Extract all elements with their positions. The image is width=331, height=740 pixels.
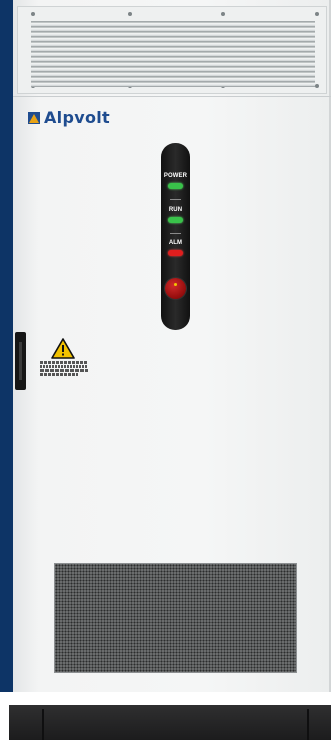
screw-icon	[221, 12, 225, 16]
plinth-slot	[42, 709, 44, 740]
divider	[170, 199, 181, 200]
screw-icon	[315, 84, 319, 88]
cabinet-plinth	[9, 705, 331, 740]
run-lamp	[168, 217, 183, 223]
bottom-vent-grille	[54, 563, 297, 673]
plinth-slot	[307, 709, 309, 740]
warning-label	[40, 338, 88, 376]
estop-marker-icon	[174, 283, 177, 286]
alarm-lamp	[168, 250, 183, 256]
handle-slot	[19, 342, 22, 380]
alarm-label: ALM	[168, 240, 183, 246]
brand-logo: Alpvolt	[28, 108, 110, 127]
door-handle[interactable]	[15, 332, 26, 390]
emergency-stop-button[interactable]	[165, 278, 186, 299]
screw-icon	[315, 12, 319, 16]
floor	[0, 692, 331, 705]
power-label: POWER	[163, 173, 188, 179]
warning-triangle-icon	[51, 338, 75, 359]
warning-fine-print	[40, 361, 88, 376]
top-vent-panel	[17, 6, 327, 94]
power-lamp	[168, 183, 183, 189]
brand-name: Alpvolt	[44, 108, 110, 127]
product-photo: Alpvolt POWER RUN ALM	[0, 0, 331, 740]
indicator-strip: POWER RUN ALM	[161, 143, 190, 330]
panel-seam	[13, 96, 331, 97]
divider	[170, 233, 181, 234]
alpvolt-logo-icon	[28, 111, 40, 124]
screw-icon	[128, 12, 132, 16]
run-label: RUN	[168, 207, 183, 213]
vent-louvers	[31, 21, 315, 87]
screw-icon	[31, 12, 35, 16]
